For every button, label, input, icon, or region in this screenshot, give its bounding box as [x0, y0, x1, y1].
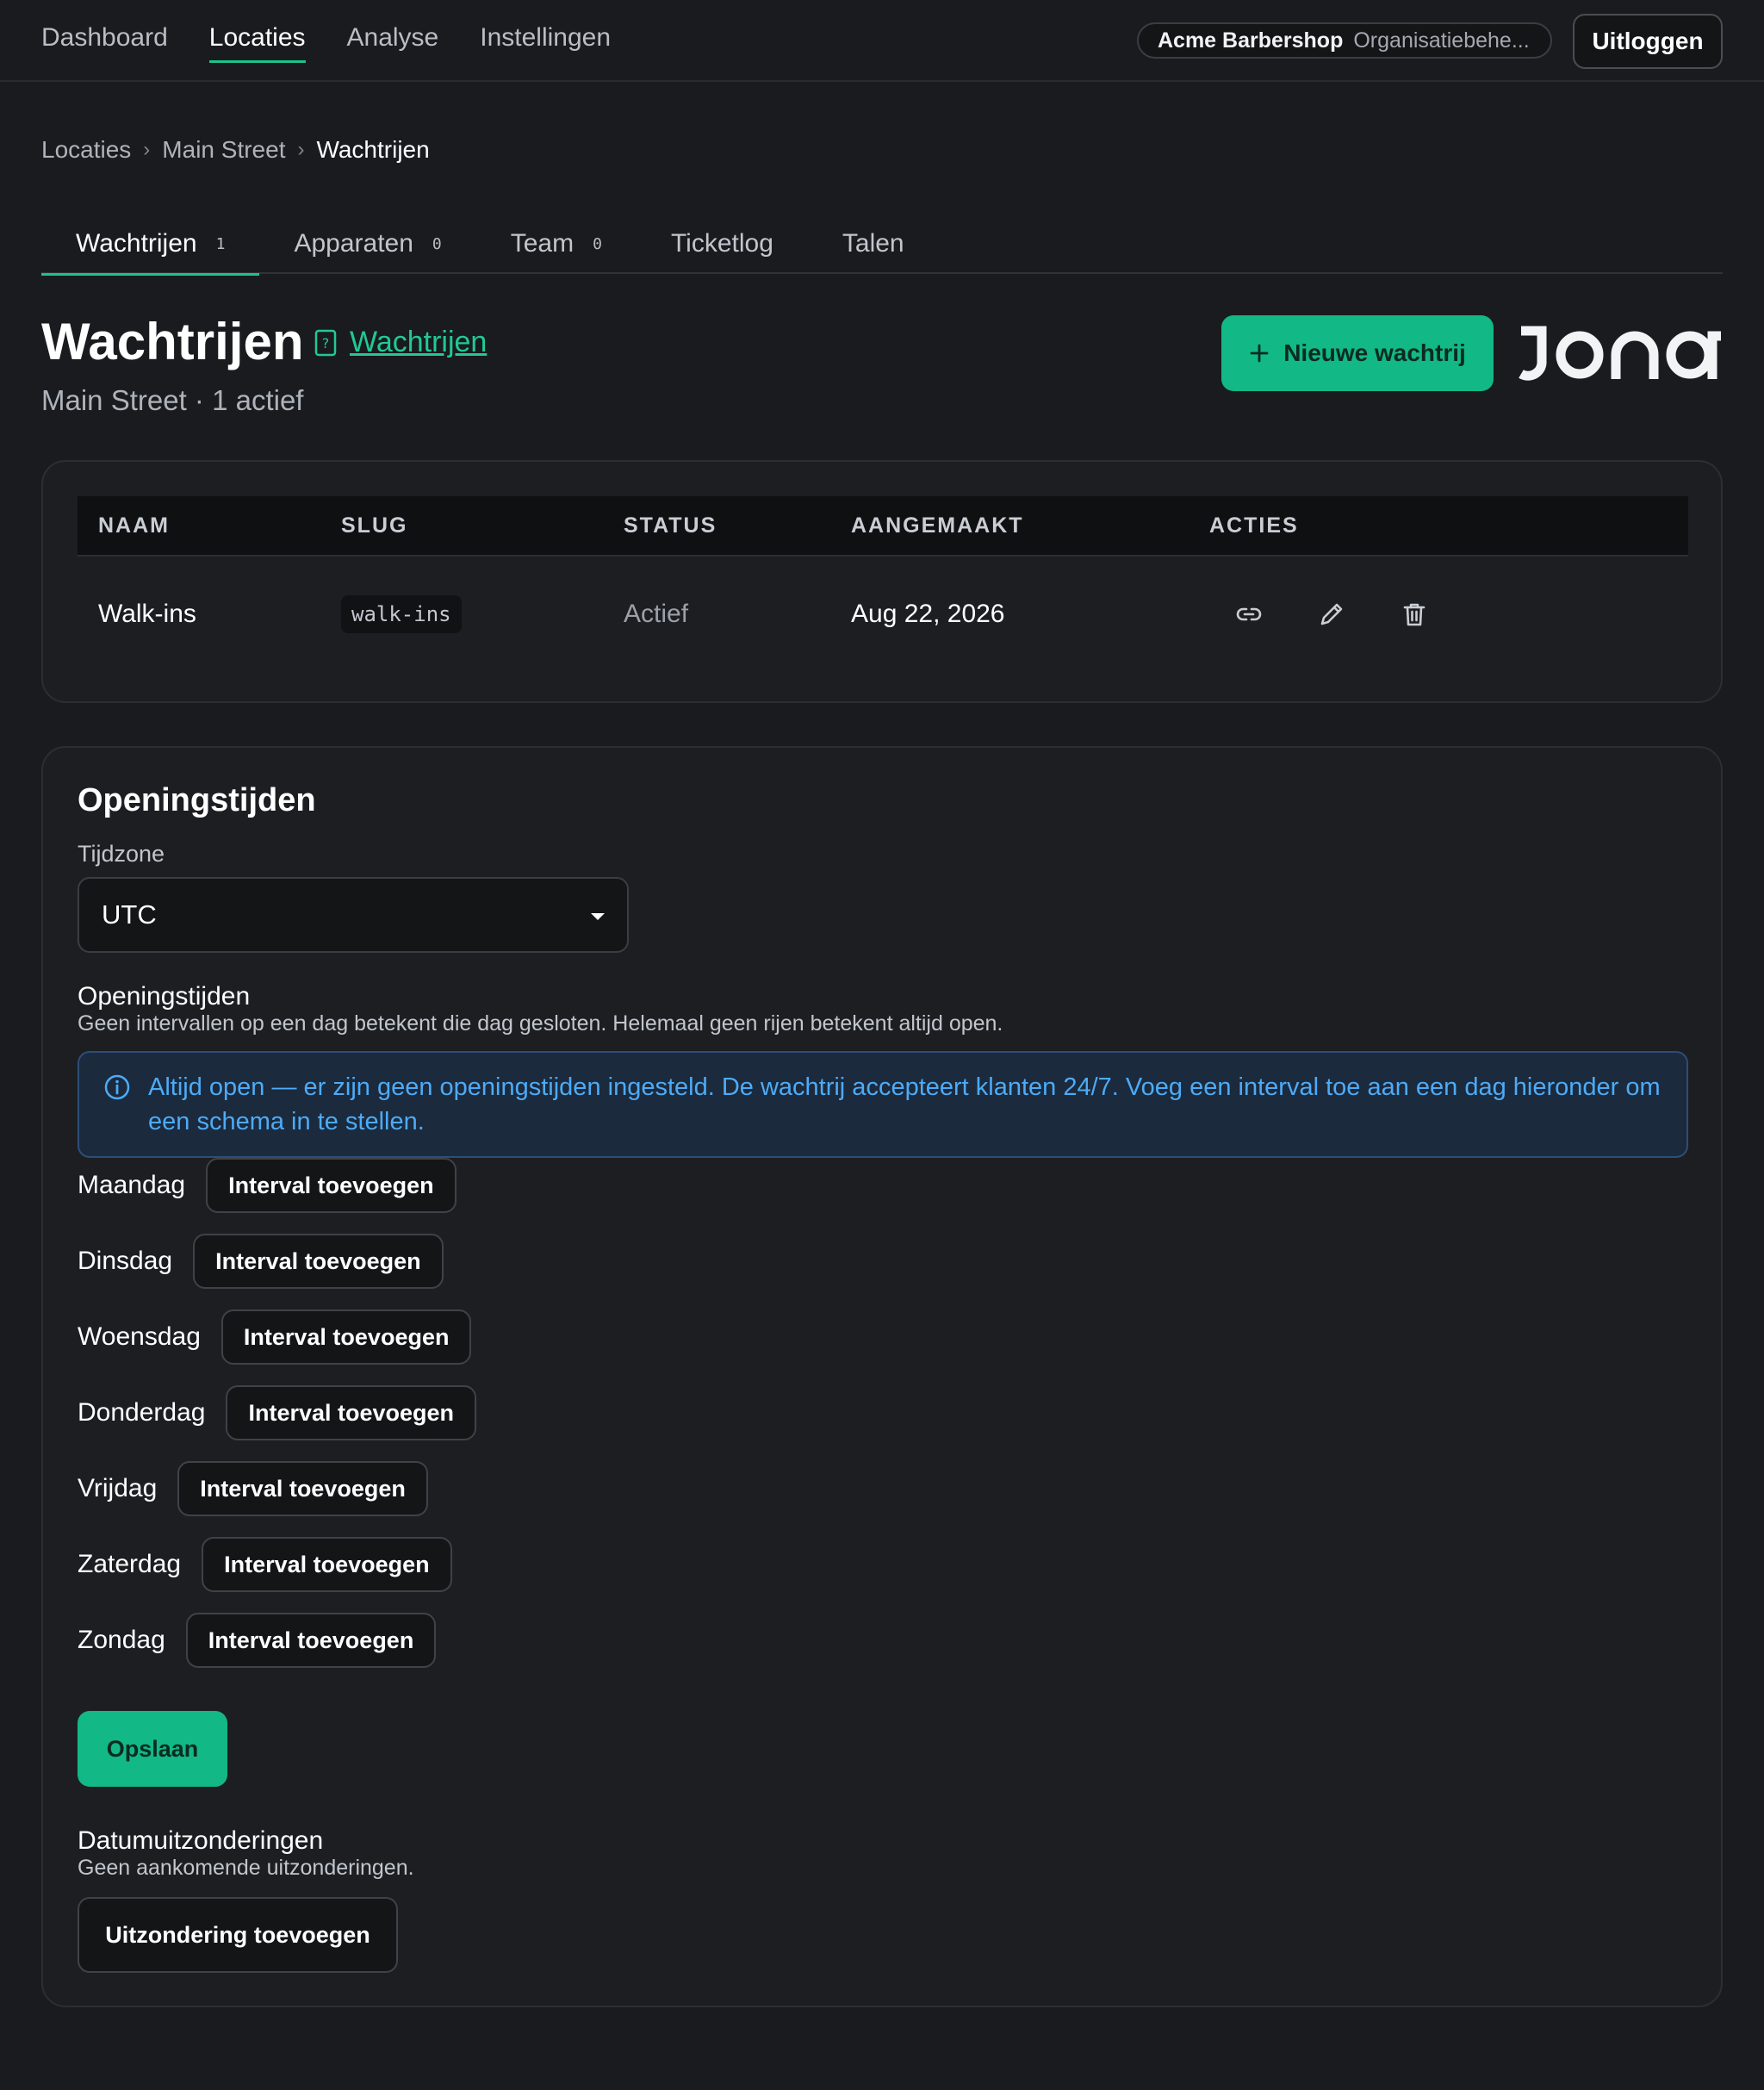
breadcrumb-locaties[interactable]: Locaties — [41, 136, 131, 164]
schedule-heading: Openingstijden — [78, 982, 251, 1011]
nav-instellingen[interactable]: Instellingen — [480, 23, 611, 58]
add-interval-button[interactable]: Interval toevoegen — [202, 1537, 452, 1592]
nav-dashboard[interactable]: Dashboard — [41, 23, 168, 58]
docs-link-label: Wachtrijen — [350, 326, 488, 358]
day-label: Maandag — [78, 1171, 186, 1199]
column-slug: SLUG — [341, 513, 408, 538]
tab-label: Ticketlog — [670, 229, 773, 258]
always-open-alert: Altijd open — er zijn geen openingstijde… — [78, 1051, 1688, 1158]
queues-card: NAAM SLUG STATUS AANGEMAAKT ACTIES Walk-… — [41, 460, 1723, 703]
column-status: STATUS — [624, 513, 717, 538]
day-row-zondag: Zondag Interval toevoegen — [78, 1613, 437, 1668]
docs-link[interactable]: ? Wachtrijen — [314, 326, 487, 359]
nav-locaties[interactable]: Locaties — [208, 23, 306, 63]
new-queue-button[interactable]: Nieuwe wachtrij — [1221, 315, 1494, 391]
queue-status: Actief — [624, 600, 689, 628]
breadcrumb: Locaties › Main Street › Wachtrijen — [41, 136, 430, 164]
exceptions-help: Geen aankomende uitzonderingen. — [78, 1856, 414, 1880]
tab-apparaten[interactable]: Apparaten 0 — [259, 214, 475, 274]
day-label: Zondag — [78, 1626, 165, 1654]
tab-count: 1 — [215, 234, 226, 253]
link-icon[interactable] — [1233, 599, 1264, 630]
organization-switcher[interactable]: Acme Barbershop Organisatiebehe... — [1137, 22, 1552, 59]
day-row-donderdag: Donderdag Interval toevoegen — [78, 1385, 477, 1440]
svg-text:?: ? — [322, 335, 330, 351]
schedule-help: Geen intervallen op een dag betekent die… — [78, 1011, 1003, 1036]
caret-down-icon — [591, 913, 605, 920]
add-exception-button[interactable]: Uitzondering toevoegen — [78, 1897, 398, 1973]
timezone-select[interactable]: UTC — [78, 877, 629, 953]
opening-hours-title: Openingstijden — [78, 782, 316, 818]
new-queue-label: Nieuwe wachtrij — [1283, 339, 1466, 366]
breadcrumb-current: Wachtrijen — [316, 136, 430, 163]
column-aangemaakt: AANGEMAAKT — [851, 513, 1024, 538]
queue-created: Aug 22, 2026 — [851, 600, 1005, 628]
day-label: Woensdag — [78, 1322, 201, 1351]
add-interval-button[interactable]: Interval toevoegen — [177, 1461, 428, 1516]
trash-icon[interactable] — [1399, 599, 1430, 630]
tab-label: Wachtrijen — [76, 229, 197, 258]
day-label: Zaterdag — [78, 1550, 182, 1578]
info-icon — [104, 1074, 130, 1100]
day-row-vrijdag: Vrijdag Interval toevoegen — [78, 1461, 428, 1516]
pencil-icon[interactable] — [1316, 599, 1347, 630]
page-subtitle: Main Street · 1 actief — [41, 384, 304, 416]
tab-ticketlog[interactable]: Ticketlog — [637, 214, 808, 274]
day-row-zaterdag: Zaterdag Interval toevoegen — [78, 1537, 452, 1592]
timezone-label: Tijdzone — [78, 841, 165, 867]
main-nav: Dashboard Locaties Analyse Instellingen — [41, 23, 611, 63]
day-row-maandag: Maandag Interval toevoegen — [78, 1158, 457, 1213]
table-row: Walk-ins walk-ins Actief Aug 22, 2026 — [78, 558, 1688, 670]
column-acties: ACTIES — [1209, 513, 1299, 538]
alert-text: Altijd open — er zijn geen openingstijde… — [148, 1073, 1661, 1135]
timezone-value: UTC — [102, 899, 157, 930]
queue-slug: walk-ins — [341, 595, 462, 633]
top-navigation: Dashboard Locaties Analyse Instellingen … — [0, 0, 1764, 82]
brand-logo — [1518, 319, 1723, 389]
column-naam: NAAM — [98, 513, 170, 538]
tab-count: 0 — [432, 234, 442, 253]
location-tabs: Wachtrijen 1 Apparaten 0 Team 0 Ticketlo… — [41, 214, 1723, 276]
logout-button[interactable]: Uitloggen — [1573, 14, 1723, 69]
exceptions-heading: Datumuitzonderingen — [78, 1826, 324, 1855]
breadcrumb-main-street[interactable]: Main Street — [162, 136, 285, 164]
add-interval-button[interactable]: Interval toevoegen — [185, 1613, 437, 1668]
org-role: Organisatiebehe... — [1353, 28, 1530, 53]
day-label: Vrijdag — [78, 1474, 158, 1502]
add-interval-button[interactable]: Interval toevoegen — [220, 1309, 472, 1365]
plus-icon — [1250, 344, 1269, 363]
day-row-dinsdag: Dinsdag Interval toevoegen — [78, 1234, 444, 1289]
breadcrumb-separator: › — [297, 138, 305, 161]
tab-label: Talen — [842, 229, 904, 258]
add-interval-button[interactable]: Interval toevoegen — [226, 1385, 477, 1440]
add-interval-button[interactable]: Interval toevoegen — [193, 1234, 444, 1289]
add-interval-button[interactable]: Interval toevoegen — [206, 1158, 457, 1213]
day-row-woensdag: Woensdag Interval toevoegen — [78, 1309, 472, 1365]
table-header: NAAM SLUG STATUS AANGEMAAKT ACTIES — [78, 496, 1688, 557]
day-label: Dinsdag — [78, 1247, 173, 1275]
nav-analyse[interactable]: Analyse — [347, 23, 439, 58]
page-title: Wachtrijen — [41, 313, 304, 370]
tab-label: Team — [510, 229, 575, 258]
tab-label: Apparaten — [294, 229, 413, 258]
breadcrumb-separator: › — [143, 138, 151, 161]
help-document-icon: ? — [314, 329, 337, 356]
org-name: Acme Barbershop — [1158, 28, 1344, 53]
tab-talen[interactable]: Talen — [808, 214, 939, 274]
day-label: Donderdag — [78, 1398, 206, 1427]
jonot-logo-icon — [1519, 326, 1721, 381]
opening-hours-card: Openingstijden Tijdzone UTC Openingstijd… — [41, 746, 1723, 2007]
tab-wachtrijen[interactable]: Wachtrijen 1 — [41, 214, 260, 276]
save-button[interactable]: Opslaan — [78, 1711, 227, 1787]
tab-count: 0 — [593, 234, 602, 253]
queue-name: Walk-ins — [98, 600, 196, 628]
tab-team[interactable]: Team 0 — [476, 214, 637, 274]
